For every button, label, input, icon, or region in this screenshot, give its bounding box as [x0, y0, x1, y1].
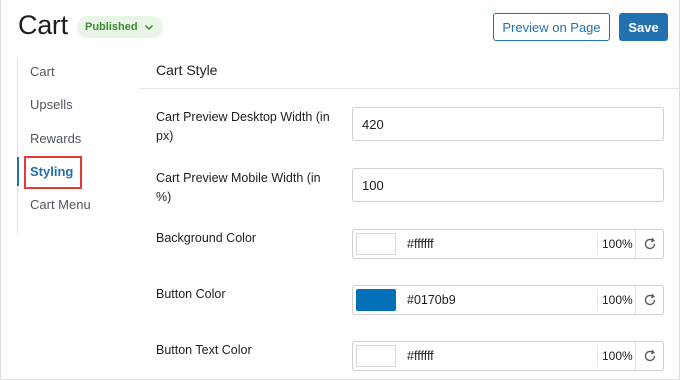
button-color-label: Button Color	[156, 287, 226, 301]
desktop-width-input[interactable]: 420	[352, 107, 664, 141]
color-swatch[interactable]	[356, 345, 396, 367]
opacity-value[interactable]: 100%	[602, 230, 633, 258]
mobile-width-input[interactable]: 100	[352, 168, 664, 202]
reset-icon[interactable]	[643, 237, 657, 251]
divider	[635, 230, 636, 258]
opacity-value[interactable]: 100%	[602, 286, 633, 314]
section-title: Cart Style	[156, 62, 218, 78]
divider	[597, 234, 598, 254]
divider	[597, 346, 598, 366]
settings-sidebar: Cart Upsells Rewards Styling Cart Menu	[17, 58, 139, 233]
button-text-color-label: Button Text Color	[156, 343, 252, 357]
divider	[635, 286, 636, 314]
hex-value[interactable]: #0170b9	[407, 286, 456, 314]
page-title: Cart	[18, 10, 68, 40]
chevron-down-icon	[144, 24, 153, 31]
save-button[interactable]: Save	[619, 13, 668, 41]
sidebar-item-cart-menu[interactable]: Cart Menu	[30, 195, 91, 215]
color-swatch[interactable]	[356, 233, 396, 255]
sidebar-item-cart[interactable]: Cart	[30, 62, 55, 82]
preview-on-page-button[interactable]: Preview on Page	[493, 13, 610, 41]
button-text-color-picker: #ffffff 100%	[352, 341, 664, 371]
reset-icon[interactable]	[643, 293, 657, 307]
button-color-picker: #0170b9 100%	[352, 285, 664, 315]
opacity-value[interactable]: 100%	[602, 342, 633, 370]
background-color-picker: #ffffff 100%	[352, 229, 664, 259]
section-divider	[140, 88, 680, 89]
divider	[635, 342, 636, 370]
hex-value[interactable]: #ffffff	[407, 230, 434, 258]
color-swatch[interactable]	[356, 289, 396, 311]
desktop-width-label: Cart Preview Desktop Width (in px)	[156, 110, 330, 143]
sidebar-item-upsells[interactable]: Upsells	[30, 95, 73, 115]
reset-icon[interactable]	[643, 349, 657, 363]
hex-value[interactable]: #ffffff	[407, 342, 434, 370]
highlight-annotation	[24, 156, 82, 189]
divider	[597, 290, 598, 310]
active-indicator	[17, 157, 19, 186]
status-label: Published	[85, 21, 138, 33]
sidebar-item-rewards[interactable]: Rewards	[30, 129, 81, 149]
status-dropdown[interactable]: Published	[77, 16, 163, 38]
mobile-width-label: Cart Preview Mobile Width (in %)	[156, 171, 321, 204]
background-color-label: Background Color	[156, 231, 257, 245]
